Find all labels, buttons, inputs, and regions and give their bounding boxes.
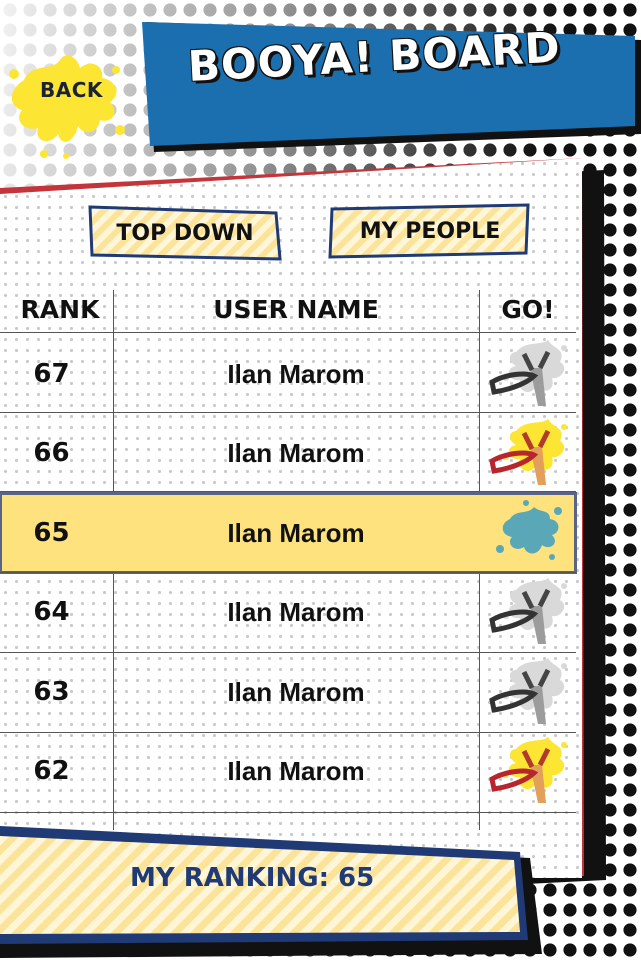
tab-my-people-label: MY PEOPLE <box>359 218 501 244</box>
rank-cell: 66 <box>33 438 70 468</box>
user-name-cell: Ilan Marom <box>227 676 365 707</box>
go-button[interactable] <box>480 652 576 732</box>
row-divider <box>0 491 576 492</box>
rank-cell: 64 <box>33 597 70 627</box>
slingshot-color-icon <box>489 419 567 485</box>
tab-my-people[interactable]: MY PEOPLE <box>328 203 532 259</box>
go-button[interactable] <box>480 572 576 652</box>
rank-cell: 67 <box>33 359 70 389</box>
rank-cell: 63 <box>33 677 70 707</box>
slingshot-gray-icon <box>489 658 567 724</box>
table-row[interactable]: 62 Ilan Marom <box>0 731 576 811</box>
table-row[interactable]: 66 Ilan Marom <box>0 413 576 493</box>
go-button[interactable] <box>480 413 576 493</box>
table-row[interactable]: 67 Ilan Marom <box>0 334 576 414</box>
user-name-cell: Ilan Marom <box>227 437 365 468</box>
row-divider <box>0 332 576 333</box>
row-divider <box>0 812 576 813</box>
tab-top-down[interactable]: TOP DOWN <box>88 205 282 261</box>
slingshot-gray-icon <box>489 578 567 644</box>
column-header-user-name: USER NAME <box>213 294 379 324</box>
go-button[interactable] <box>480 493 576 573</box>
slingshot-color-icon <box>489 737 567 803</box>
rank-cell: 65 <box>33 518 70 548</box>
my-ranking-banner <box>0 826 542 958</box>
user-name-cell: Ilan Marom <box>227 596 365 627</box>
splat-yellow-icon <box>9 55 125 159</box>
column-header-go: GO! <box>501 294 555 324</box>
table-row-current-user[interactable]: 65 Ilan Marom <box>0 492 577 574</box>
user-name-cell: Ilan Marom <box>227 755 365 786</box>
column-header-rank: RANK <box>20 294 100 324</box>
user-name-cell: Ilan Marom <box>227 358 365 389</box>
go-button[interactable] <box>480 334 576 414</box>
tab-top-down-label: TOP DOWN <box>116 220 254 246</box>
go-button[interactable] <box>480 731 576 811</box>
back-button-label: BACK <box>40 78 103 102</box>
splat-blue-icon <box>496 500 562 560</box>
rank-cell: 62 <box>33 756 70 786</box>
table-row[interactable]: 64 Ilan Marom <box>0 572 576 652</box>
slingshot-gray-icon <box>489 340 567 406</box>
table-row[interactable]: 63 Ilan Marom <box>0 652 576 732</box>
user-name-cell: Ilan Marom <box>227 517 365 548</box>
my-ranking-label: MY RANKING: 65 <box>130 863 375 893</box>
back-button[interactable] <box>4 50 126 160</box>
